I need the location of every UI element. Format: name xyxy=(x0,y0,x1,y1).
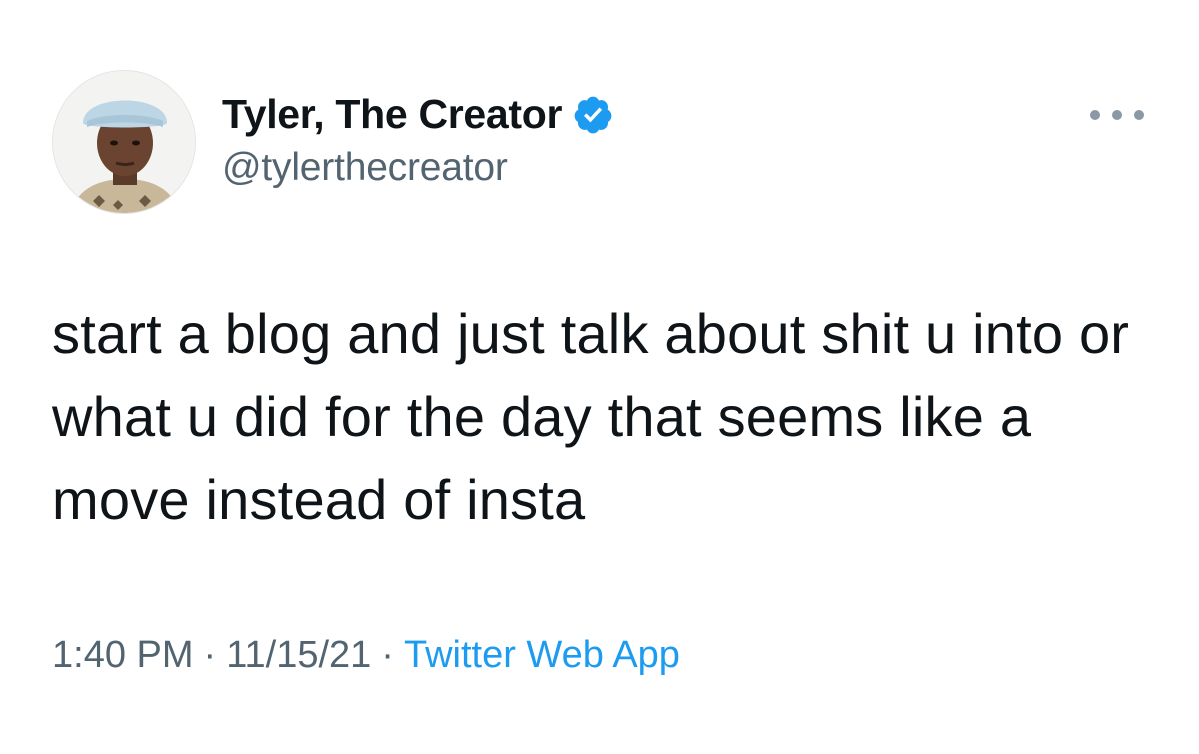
meta-separator: · xyxy=(381,634,394,676)
tweet-time[interactable]: 1:40 PM xyxy=(52,634,194,676)
more-dot xyxy=(1090,110,1100,120)
avatar-photo xyxy=(53,71,195,213)
tweet-source-link[interactable]: Twitter Web App xyxy=(404,634,680,676)
author-name-row: Tyler, The Creator xyxy=(222,92,614,136)
author-display-name[interactable]: Tyler, The Creator xyxy=(222,93,562,135)
tweet-text: start a blog and just talk about shit u … xyxy=(52,302,1145,531)
tweet-card: Tyler, The Creator @tylerthecreator star… xyxy=(0,0,1199,754)
tweet-date[interactable]: 11/15/21 xyxy=(226,634,371,676)
avatar[interactable] xyxy=(52,70,196,214)
verified-badge-icon xyxy=(572,94,614,136)
more-dot xyxy=(1134,110,1144,120)
more-dot xyxy=(1112,110,1122,120)
tweet-meta: 1:40 PM · 11/15/21 · Twitter Web App xyxy=(52,636,680,674)
meta-separator: · xyxy=(203,634,217,676)
author-handle[interactable]: @tylerthecreator xyxy=(222,148,508,187)
more-options-icon[interactable] xyxy=(1090,103,1144,127)
